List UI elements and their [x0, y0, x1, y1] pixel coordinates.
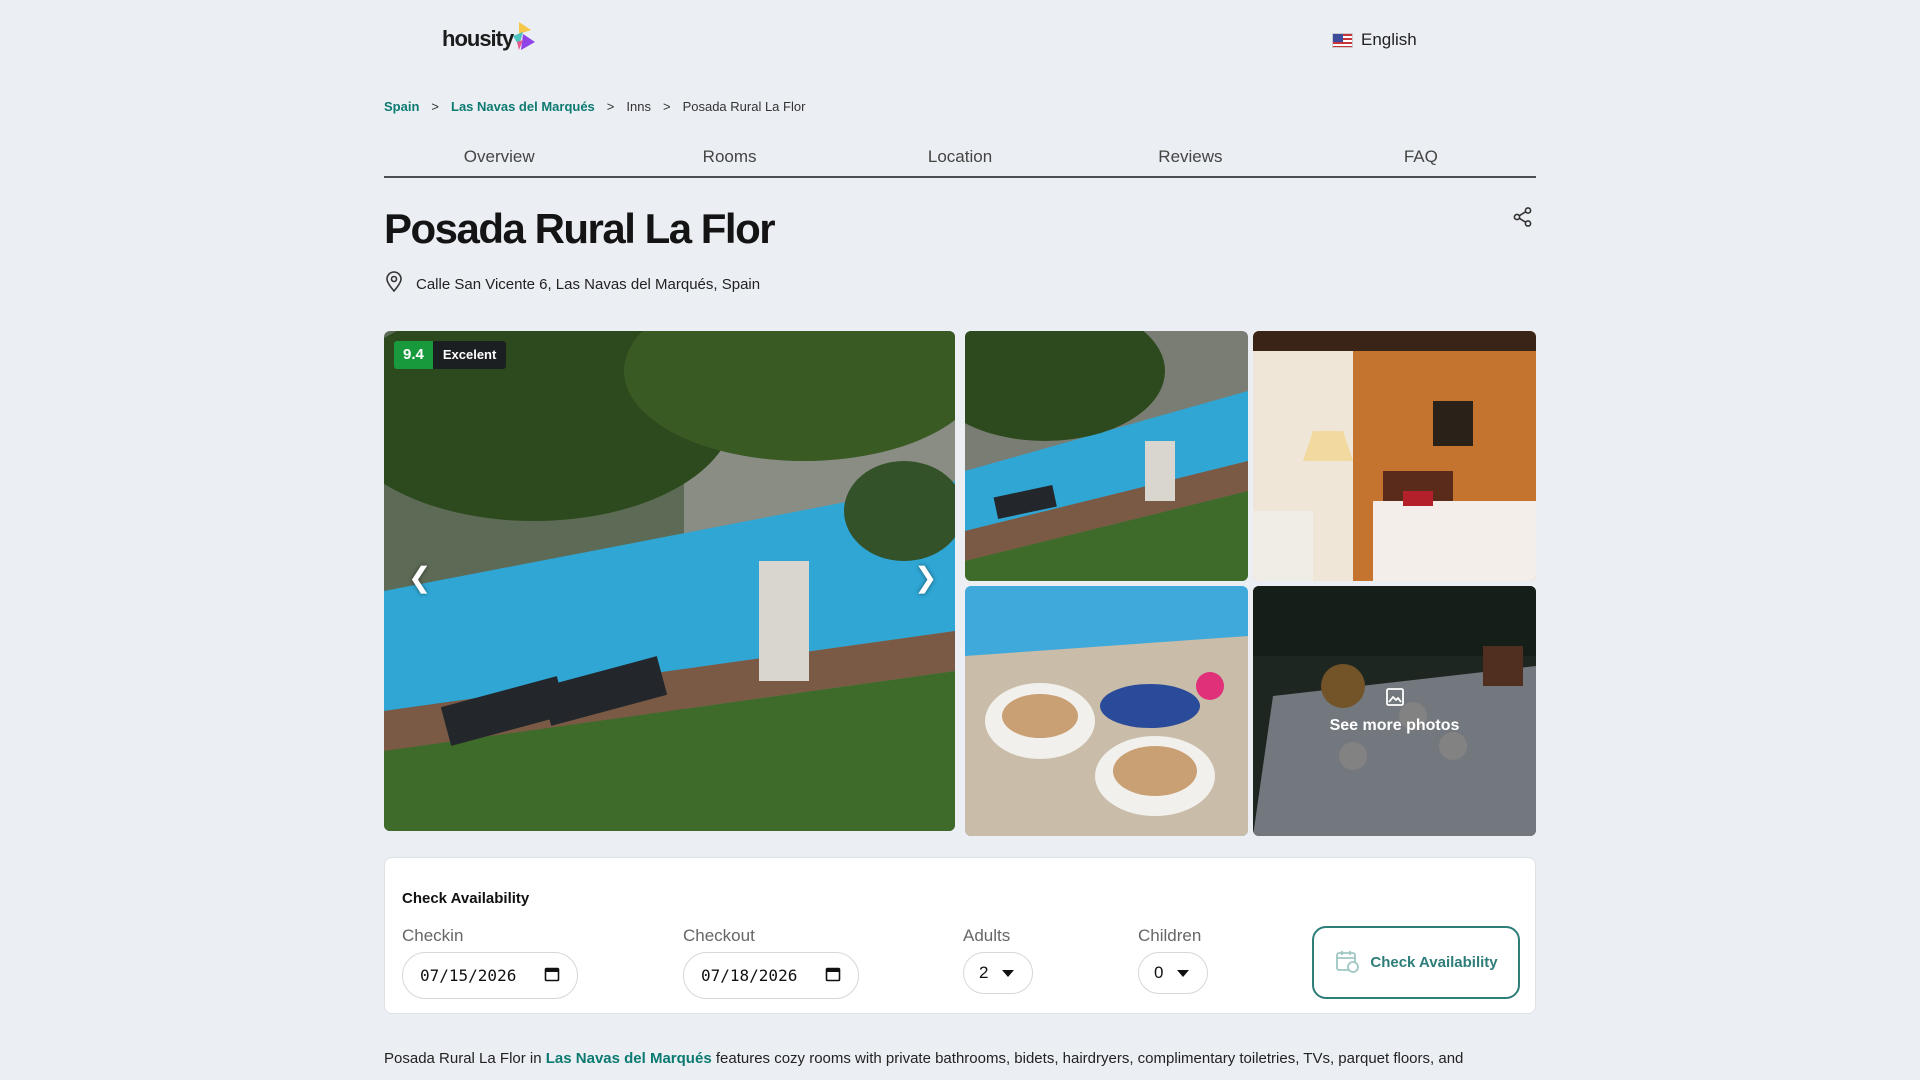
gallery-photo-pool[interactable] — [965, 331, 1248, 581]
gallery-photo-bedroom[interactable] — [1253, 331, 1536, 581]
housity-logo[interactable]: housity — [442, 20, 537, 56]
gallery-next-button[interactable]: ❯ — [914, 561, 937, 594]
gallery-photo-dining[interactable]: See more photos — [1253, 586, 1536, 836]
description-town-link[interactable]: Las Navas del Marqués — [546, 1050, 712, 1067]
adults-value: 2 — [979, 963, 989, 982]
tab-location[interactable]: Location — [845, 140, 1075, 176]
children-label: Children — [1138, 926, 1202, 945]
check-availability-panel: Check Availability Checkin 07/15/2026 Ch… — [384, 857, 1536, 1014]
gallery-photo-breakfast[interactable] — [965, 586, 1248, 836]
tab-overview[interactable]: Overview — [384, 140, 614, 176]
availability-heading: Check Availability — [402, 890, 530, 907]
location-pin-icon — [384, 271, 404, 297]
see-more-photos-overlay[interactable]: See more photos — [1253, 586, 1536, 836]
checkout-date-value: 07/18/2026 — [701, 966, 798, 985]
main-photo[interactable]: 9.4 Excelent ❮ ❯ — [384, 331, 955, 831]
breadcrumb-spain[interactable]: Spain — [384, 99, 419, 114]
children-value: 0 — [1154, 963, 1164, 982]
coffee-photo-image — [965, 586, 1248, 836]
breadcrumb-separator: > — [431, 99, 439, 114]
image-icon — [1385, 687, 1405, 707]
see-more-photos-label: See more photos — [1329, 717, 1460, 734]
chevron-down-icon — [1177, 969, 1190, 977]
calendar-icon — [825, 966, 841, 986]
checkin-label: Checkin — [402, 926, 464, 945]
page-title: Posada Rural La Flor — [384, 205, 776, 252]
check-availability-button-label: Check Availability — [1370, 954, 1498, 971]
rating-score: 9.4 — [394, 341, 433, 369]
adults-field: Adults 2 — [963, 926, 1033, 994]
adults-label: Adults — [963, 926, 1011, 945]
children-field: Children 0 — [1138, 926, 1208, 994]
gallery-prev-button[interactable]: ❮ — [408, 561, 431, 594]
description-prefix: Posada Rural La Flor in — [384, 1050, 546, 1067]
site-header: housity English — [442, 20, 1442, 70]
rating-label: Excelent — [432, 341, 507, 369]
pool-photo-image — [384, 331, 955, 831]
checkout-date-input[interactable]: 07/18/2026 — [683, 952, 859, 999]
rating-badge: 9.4 Excelent — [394, 341, 507, 369]
language-selector[interactable]: English — [1332, 30, 1417, 50]
checkin-date-value: 07/15/2026 — [420, 966, 517, 985]
calendar-check-icon — [1334, 948, 1360, 978]
breadcrumb-town[interactable]: Las Navas del Marqués — [451, 99, 595, 114]
calendar-icon — [544, 966, 560, 986]
adults-select[interactable]: 2 — [963, 952, 1033, 994]
logo-mark-icon — [509, 20, 537, 56]
check-availability-button[interactable]: Check Availability — [1312, 926, 1520, 999]
checkin-date-input[interactable]: 07/15/2026 — [402, 952, 578, 999]
tab-faq[interactable]: FAQ — [1306, 140, 1536, 176]
logo-text: housity — [442, 26, 514, 51]
breadcrumb-separator: > — [606, 99, 615, 114]
pool-photo-image — [965, 331, 1248, 581]
breadcrumb-current: Posada Rural La Flor — [682, 99, 806, 114]
property-address: Calle San Vicente 6, Las Navas del Marqu… — [384, 271, 760, 297]
address-text: Calle San Vicente 6, Las Navas del Marqu… — [416, 275, 761, 293]
breadcrumb: Spain > Las Navas del Marqués > Inns > P… — [384, 99, 805, 114]
us-flag-icon — [1332, 32, 1353, 48]
breadcrumb-separator: > — [662, 99, 671, 114]
breadcrumb-category[interactable]: Inns — [626, 99, 651, 114]
property-description: Posada Rural La Flor in Las Navas del Ma… — [384, 1050, 1536, 1067]
section-tabs: Overview Rooms Location Reviews FAQ — [384, 140, 1536, 178]
checkout-label: Checkout — [683, 926, 755, 945]
tab-rooms[interactable]: Rooms — [614, 140, 844, 176]
bedroom-photo-image — [1253, 331, 1536, 581]
checkin-field: Checkin 07/15/2026 — [402, 926, 578, 999]
description-suffix: features cozy rooms with private bathroo… — [711, 1050, 1464, 1067]
language-label: English — [1361, 30, 1417, 49]
checkout-field: Checkout 07/18/2026 — [683, 926, 859, 999]
share-icon[interactable] — [1512, 206, 1534, 228]
children-select[interactable]: 0 — [1138, 952, 1208, 994]
chevron-down-icon — [1002, 969, 1015, 977]
tab-reviews[interactable]: Reviews — [1075, 140, 1305, 176]
